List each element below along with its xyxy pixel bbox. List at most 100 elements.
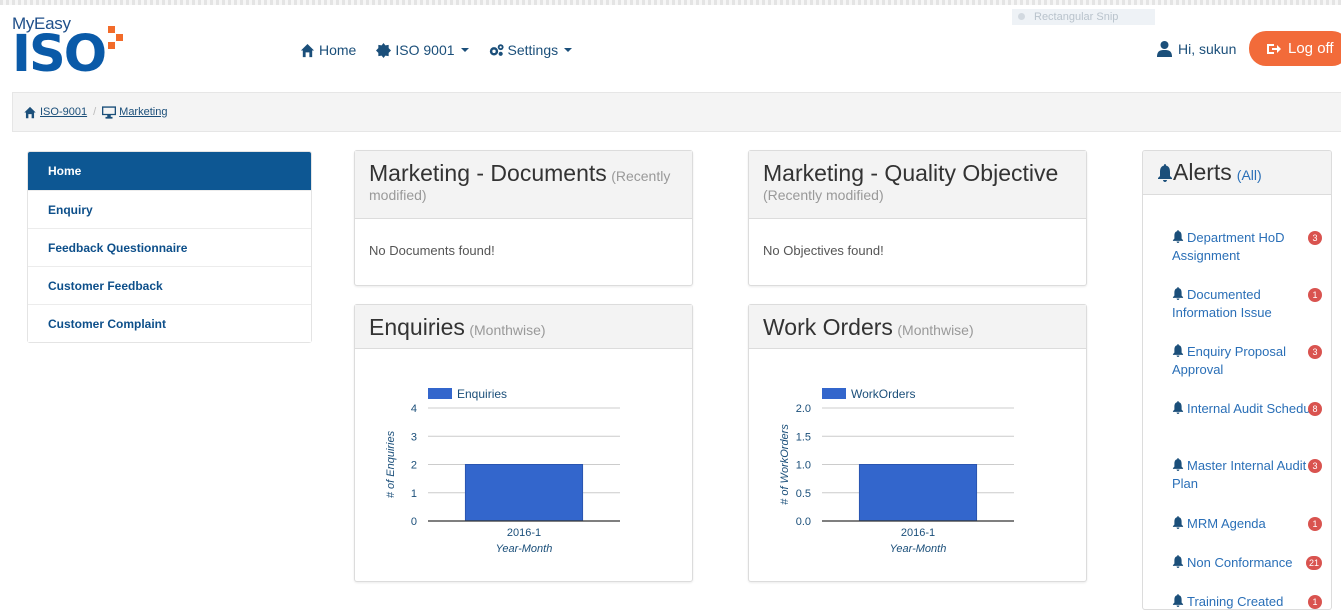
bell-icon <box>1158 163 1172 182</box>
alert-count-badge: 3 <box>1308 231 1322 245</box>
badge-icon <box>376 42 392 58</box>
logoff-label: Log off <box>1288 40 1334 57</box>
y-tick-label: 2 <box>411 460 417 472</box>
x-axis-title: Year-Month <box>890 543 947 555</box>
gears-icon <box>489 43 504 56</box>
alert-item[interactable]: Non Conformance 21 <box>1172 554 1322 572</box>
alerts-panel: Alerts (All) Department HoD Assignment 3 D… <box>1142 150 1332 610</box>
sidebar-item-home[interactable]: Home <box>28 152 311 190</box>
alerts-all-link[interactable]: (All) <box>1237 167 1262 183</box>
y-tick-label: 0.5 <box>796 488 811 500</box>
sidebar-item-feedback-questionnaire[interactable]: Feedback Questionnaire <box>28 228 311 266</box>
panel-title: Work Orders <box>763 314 893 340</box>
x-axis-title: Year-Month <box>496 543 553 555</box>
logo[interactable]: MyEasy ISO <box>12 14 123 84</box>
panel-title: Marketing - Quality Objective <box>763 160 1059 186</box>
x-tick-label: 2016-1 <box>507 527 541 539</box>
logo-square <box>108 26 115 33</box>
sidebar-item-enquiry[interactable]: Enquiry <box>28 190 311 228</box>
alerts-title: Alerts <box>1173 159 1232 185</box>
panel-title: Enquiries <box>369 314 465 340</box>
bell-icon <box>1172 516 1184 529</box>
nav-home[interactable]: Home <box>300 42 356 58</box>
alerts-header: Alerts (All) <box>1143 151 1331 195</box>
alert-label: Enquiry Proposal Approval <box>1172 344 1286 377</box>
alert-count-badge: 1 <box>1308 288 1322 302</box>
legend-swatch <box>822 388 846 399</box>
panel-subtitle: (Monthwise) <box>897 322 974 338</box>
bar <box>464 464 584 522</box>
monitor-icon <box>102 105 117 119</box>
nav-settings-label: Settings <box>507 42 559 58</box>
alert-label: Master Internal Audit Plan <box>1172 458 1307 491</box>
breadcrumb-separator: / <box>93 106 97 118</box>
alert-count-badge: 1 <box>1308 595 1322 609</box>
user-icon <box>1157 41 1172 57</box>
alert-label: Department HoD Assignment <box>1172 230 1285 263</box>
breadcrumb: ISO-9001 / Marketing <box>12 92 1341 132</box>
legend-label: Enquiries <box>457 387 507 401</box>
y-tick-label: 0.0 <box>796 516 811 528</box>
alert-item[interactable]: Training Created 1 <box>1172 593 1322 609</box>
y-tick-label: 2.0 <box>796 403 811 415</box>
breadcrumb-item-marketing[interactable]: Marketing <box>102 105 168 119</box>
panel-header: Marketing - Documents (Recently modified… <box>355 151 692 219</box>
alert-label: Non Conformance <box>1187 555 1293 570</box>
bell-icon <box>1172 458 1184 471</box>
alert-count-badge: 3 <box>1308 459 1322 473</box>
alert-label: Documented Information Issue <box>1172 287 1272 320</box>
breadcrumb-label: ISO-9001 <box>40 106 88 118</box>
nav-settings[interactable]: Settings <box>489 42 573 58</box>
bell-icon <box>1172 401 1184 414</box>
top-stripe <box>0 0 1341 5</box>
logo-square <box>108 42 115 49</box>
logo-square <box>116 34 123 41</box>
panel-header: Work Orders (Monthwise) <box>749 305 1086 349</box>
breadcrumb-item-iso[interactable]: ISO-9001 <box>23 106 87 119</box>
alert-count-badge: 21 <box>1305 556 1322 570</box>
alert-item[interactable]: Internal Audit Schedule 8 <box>1172 400 1322 418</box>
home-icon <box>24 106 36 118</box>
nav-iso[interactable]: ISO 9001 <box>376 42 469 58</box>
breadcrumb-label: Marketing <box>119 106 168 118</box>
panel-subtitle: (Recently modified) <box>763 187 884 203</box>
y-tick-label: 4 <box>411 403 417 415</box>
chevron-down-icon <box>564 48 573 52</box>
alert-item[interactable]: Department HoD Assignment 3 <box>1172 229 1322 265</box>
legend-swatch <box>428 388 452 399</box>
logoff-button[interactable]: Log off <box>1249 31 1341 66</box>
user-greeting: Hi, sukun <box>1178 41 1237 57</box>
alert-label: Training Created <box>1187 594 1284 609</box>
alert-item[interactable]: MRM Agenda 1 <box>1172 515 1322 533</box>
bell-icon <box>1172 230 1184 243</box>
chevron-down-icon <box>460 48 469 52</box>
alert-count-badge: 3 <box>1308 345 1322 359</box>
quality-objective-panel: Marketing - Quality Objective (Recently … <box>748 150 1087 286</box>
bar <box>858 464 978 522</box>
nav-home-label: Home <box>319 42 357 58</box>
alert-item[interactable]: Documented Information Issue 1 <box>1172 286 1322 322</box>
y-tick-label: 1 <box>411 488 417 500</box>
panel-header: Enquiries (Monthwise) <box>355 305 692 349</box>
y-tick-label: 0 <box>411 516 417 528</box>
panel-title: Marketing - Documents <box>369 160 607 186</box>
y-axis-title: # of WorkOrders <box>779 424 791 505</box>
panel-header: Marketing - Quality Objective (Recently … <box>749 151 1086 219</box>
user-menu[interactable]: Hi, sukun <box>1157 41 1236 57</box>
workorders-panel: Work Orders (Monthwise) WorkOrders 0.0 0.5… <box>748 304 1087 582</box>
alert-label: Internal Audit Schedule <box>1187 401 1321 416</box>
y-tick-label: 3 <box>411 431 417 443</box>
sidebar-item-customer-complaint[interactable]: Customer Complaint <box>28 304 311 342</box>
bell-icon <box>1172 594 1184 607</box>
sidebar: Home Enquiry Feedback Questionnaire Cust… <box>27 151 312 343</box>
alert-item[interactable]: Enquiry Proposal Approval 3 <box>1172 343 1322 379</box>
nav-iso-label: ISO 9001 <box>395 42 455 58</box>
y-axis-title: # of Enquiries <box>385 430 397 498</box>
documents-panel: Marketing - Documents (Recently modified… <box>354 150 693 286</box>
alert-count-badge: 1 <box>1308 517 1322 531</box>
rectangular-snip-overlay: Rectangular Snip <box>1012 9 1155 25</box>
main-nav: Home ISO 9001 Settings <box>300 42 573 58</box>
sidebar-item-customer-feedback[interactable]: Customer Feedback <box>28 266 311 304</box>
alert-item[interactable]: Master Internal Audit Plan 3 <box>1172 457 1322 493</box>
home-icon <box>300 43 315 57</box>
